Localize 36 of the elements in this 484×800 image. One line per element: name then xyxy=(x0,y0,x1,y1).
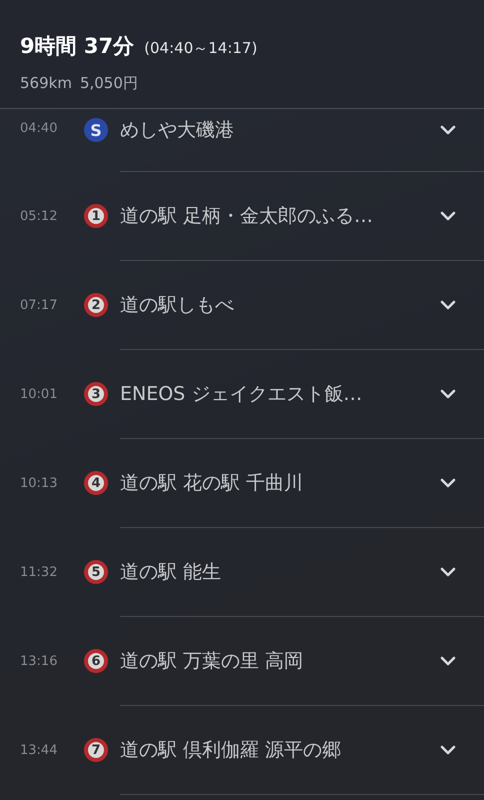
stop-name[interactable]: 道の駅 花の駅 千曲川 xyxy=(120,470,440,496)
chevron-down-icon[interactable] xyxy=(440,300,456,310)
chevron-down-icon[interactable] xyxy=(440,567,456,577)
stop-time: 04:40 xyxy=(20,121,58,136)
stop-marker: 5 xyxy=(84,560,108,584)
stop-time: 05:12 xyxy=(20,208,58,224)
stop-marker: 1 xyxy=(84,204,108,228)
stop-time: 11:32 xyxy=(20,564,58,580)
stop-name[interactable]: 道の駅 万葉の里 高岡 xyxy=(120,648,440,674)
stop-marker: 6 xyxy=(84,649,108,673)
toll-text: 5,050円 xyxy=(80,74,138,93)
stop-marker: 7 xyxy=(84,738,108,762)
stop-time: 10:01 xyxy=(20,386,58,402)
stop-time: 10:13 xyxy=(20,476,58,490)
stop-name[interactable]: ENEOS ジェイクエスト飯… xyxy=(120,381,440,407)
stop-name[interactable]: 道の駅 足柄・金太郎のふる… xyxy=(120,203,440,229)
stop-time: 13:16 xyxy=(20,654,58,668)
chevron-down-icon[interactable] xyxy=(440,389,456,399)
chevron-down-icon[interactable] xyxy=(440,478,456,488)
stop-marker: 4 xyxy=(84,471,108,495)
chevron-down-icon[interactable] xyxy=(440,656,456,666)
stop-name[interactable]: 道の駅 能生 xyxy=(120,559,440,585)
chevron-down-icon[interactable] xyxy=(440,745,456,755)
duration-text: 9時間 37分 xyxy=(20,33,134,60)
time-range-text: (04:40～14:17) xyxy=(144,39,258,58)
distance-text: 569km xyxy=(20,74,72,93)
chevron-down-icon[interactable] xyxy=(440,211,456,221)
stop-marker: S xyxy=(84,118,108,142)
stop-name[interactable]: 道の駅しもべ xyxy=(120,292,440,318)
stop-marker: 3 xyxy=(84,382,108,406)
stop-name[interactable]: めしや大磯港 xyxy=(120,117,440,143)
stop-time: 07:17 xyxy=(20,298,58,312)
stop-marker: 2 xyxy=(84,293,108,317)
stop-time: 13:44 xyxy=(20,742,58,758)
chevron-down-icon[interactable] xyxy=(440,125,456,135)
stop-name[interactable]: 道の駅 倶利伽羅 源平の郷 xyxy=(120,737,440,763)
